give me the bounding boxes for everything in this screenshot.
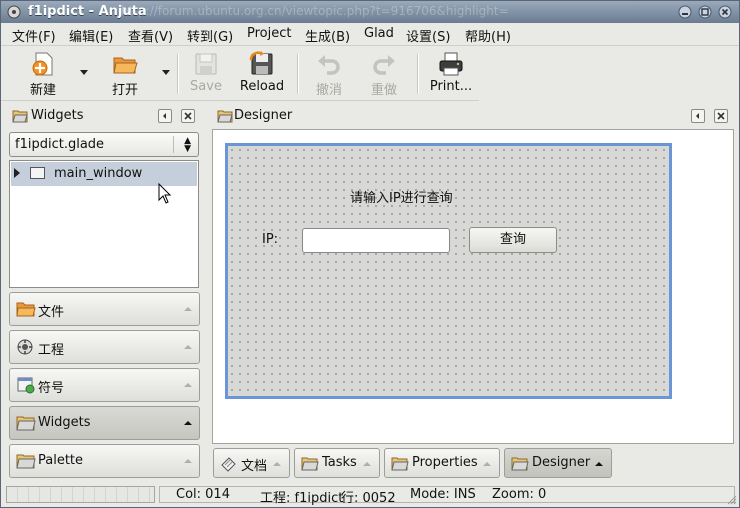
combo-separator <box>173 136 174 153</box>
widgets-pane-icon <box>12 110 28 123</box>
reload-button[interactable]: Reload <box>237 50 287 96</box>
widgets-icon <box>16 416 36 431</box>
printer-icon <box>439 52 463 76</box>
tab-documents[interactable]: 文档 <box>213 448 290 478</box>
pane-close-icon[interactable] <box>714 109 728 123</box>
symbols-icon <box>17 377 35 394</box>
open-folder-icon <box>113 57 138 74</box>
widgets-pane-title: Widgets <box>31 108 84 123</box>
pane-detach-icon[interactable] <box>158 109 172 123</box>
menu-bar: 文件(F) 编辑(E) 查看(V) 转到(G) Project 生成(B) Gl… <box>1 23 739 46</box>
tab-tasks[interactable]: Tasks <box>294 448 380 478</box>
collapse-arrow-icon <box>184 345 192 349</box>
redo-icon <box>373 55 395 75</box>
save-button[interactable]: Save <box>182 50 230 96</box>
collapse-arrow-icon <box>184 307 192 311</box>
menu-glade[interactable]: Glad <box>364 26 394 41</box>
undo-icon <box>318 55 340 75</box>
resize-grip-icon[interactable] <box>725 493 737 505</box>
expander-icon[interactable] <box>14 168 20 178</box>
tree-row-label: main_window <box>54 166 143 181</box>
designer-pane-header: Designer <box>214 105 736 127</box>
open-button[interactable]: 打开 <box>99 50 151 98</box>
anjuta-window: f1ipdict - Anjuta http://forum.ubuntu.or… <box>0 0 740 508</box>
collapse-arrow-icon <box>184 459 192 463</box>
designer-pane-title: Designer <box>234 108 293 123</box>
side-button-palette[interactable]: Palette <box>9 444 200 478</box>
palette-icon <box>16 454 36 469</box>
reload-icon <box>249 51 273 75</box>
status-col: Col: 014 <box>176 487 230 502</box>
collapse-arrow-icon <box>483 462 491 466</box>
tasks-icon <box>301 457 319 471</box>
mouse-pointer-icon <box>158 183 172 204</box>
widgets-pane-header: Widgets <box>9 105 201 127</box>
designed-main-window[interactable] <box>225 143 672 399</box>
pane-close-icon[interactable] <box>181 109 195 123</box>
side-button-symbols[interactable]: 符号 <box>9 368 200 402</box>
toolbar-separator <box>177 54 179 94</box>
tab-properties[interactable]: Properties <box>384 448 500 478</box>
menu-edit[interactable]: 编辑(E) <box>69 26 113 45</box>
maximize-icon[interactable] <box>698 5 712 19</box>
project-icon <box>17 339 33 355</box>
new-button[interactable]: 新建 <box>17 50 69 98</box>
app-icon <box>7 5 21 19</box>
print-button[interactable]: Print... <box>425 50 477 96</box>
menu-goto[interactable]: 转到(G) <box>187 26 233 45</box>
designer-icon <box>511 457 529 471</box>
designer-pane-icon <box>217 110 233 123</box>
folder-icon <box>16 302 36 317</box>
designed-heading-label[interactable]: 请输入IP进行查询 <box>350 187 453 206</box>
designed-ip-entry[interactable] <box>302 228 450 253</box>
status-field: Col: 014 工程: f1ipdict 行: 0052 Mode: INS … <box>159 486 735 506</box>
menu-file[interactable]: 文件(F) <box>12 26 56 45</box>
collapse-arrow-icon <box>184 383 192 387</box>
menu-help[interactable]: 帮助(H) <box>465 26 511 45</box>
toolbar-separator <box>297 54 299 94</box>
documents-icon <box>221 457 236 472</box>
menu-project[interactable]: Project <box>247 26 291 41</box>
expand-arrow-icon <box>184 421 192 425</box>
expand-arrow-icon <box>595 462 603 466</box>
save-icon <box>195 53 217 75</box>
toolbar-separator <box>417 54 419 94</box>
collapse-arrow-icon <box>273 462 281 466</box>
status-project: 工程: f1ipdict <box>260 491 344 506</box>
background-url-text: http://forum.ubuntu.org.cn/viewtopic.php… <box>121 4 509 18</box>
title-bar[interactable]: f1ipdict - Anjuta http://forum.ubuntu.or… <box>1 1 739 23</box>
minimize-icon[interactable] <box>678 5 692 19</box>
menu-view[interactable]: 查看(V) <box>128 26 173 45</box>
glade-file-combo-value: f1ipdict.glade <box>15 137 105 152</box>
combo-updown-icon: ▲ ▼ <box>184 136 191 154</box>
tab-designer[interactable]: Designer <box>504 448 612 478</box>
designed-ip-label[interactable]: IP: <box>262 232 278 247</box>
side-button-widgets[interactable]: Widgets <box>9 406 200 440</box>
side-button-files[interactable]: 文件 <box>9 292 200 326</box>
close-icon[interactable] <box>718 5 732 19</box>
widget-tree: main_window <box>9 160 199 288</box>
pane-detach-icon[interactable] <box>691 109 705 123</box>
status-bar: Col: 014 工程: f1ipdict 行: 0052 Mode: INS … <box>1 483 739 507</box>
properties-icon <box>391 457 409 471</box>
window-widget-icon <box>30 167 45 179</box>
open-dropdown-arrow[interactable] <box>162 70 170 75</box>
new-file-icon <box>32 52 53 76</box>
pane-resize-handle[interactable] <box>204 105 207 480</box>
menu-build[interactable]: 生成(B) <box>305 26 350 45</box>
glade-file-combo[interactable]: f1ipdict.glade ▲ ▼ <box>9 132 199 157</box>
progress-bar <box>6 486 155 503</box>
collapse-arrow-icon <box>363 462 371 466</box>
undo-button[interactable]: 撤消 <box>306 50 352 98</box>
redo-button[interactable]: 重做 <box>361 50 407 98</box>
toolbar: 新建 打开 Save Reload 撤消 重做 Print... <box>1 46 479 101</box>
status-zoom: Zoom: 0 <box>492 487 547 502</box>
status-mode: Mode: INS <box>410 487 476 502</box>
status-line: 行: 0052 <box>341 491 396 506</box>
new-dropdown-arrow[interactable] <box>80 70 88 75</box>
menu-settings[interactable]: 设置(S) <box>406 26 450 45</box>
side-button-project[interactable]: 工程 <box>9 330 200 364</box>
designed-query-button[interactable]: 查询 <box>469 227 557 253</box>
